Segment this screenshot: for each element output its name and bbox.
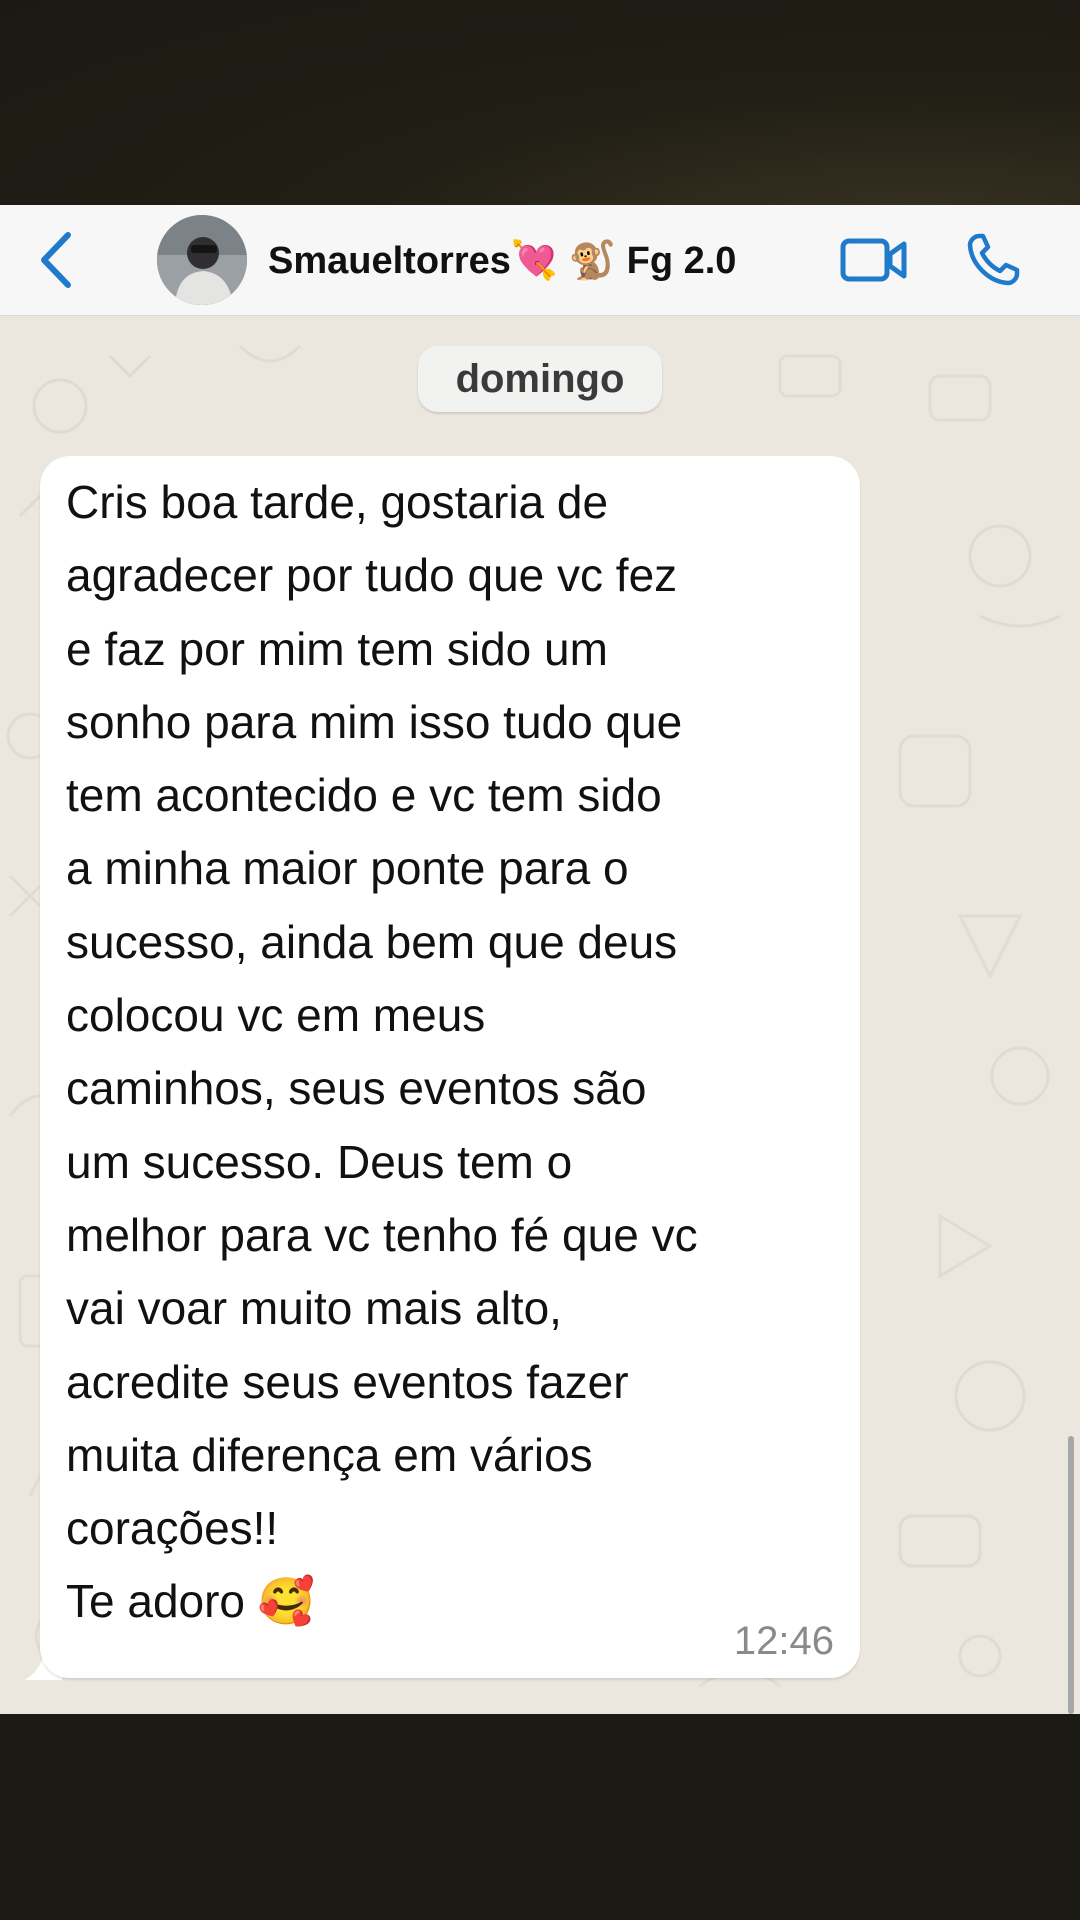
background-photo-bottom: [0, 1714, 1080, 1920]
contact-name[interactable]: Smaueltorres💘 🐒 Fg 2.0: [268, 233, 736, 289]
message-text: Cris boa tarde, gostaria de agradecer po…: [66, 476, 698, 1628]
chat-header: Smaueltorres💘 🐒 Fg 2.0: [0, 205, 1080, 316]
phone-icon: [967, 233, 1020, 286]
avatar-photo: [157, 215, 247, 305]
chat-scrollbar[interactable]: [1068, 1436, 1074, 1714]
voice-call-button[interactable]: [960, 227, 1026, 293]
chevron-left-icon: [41, 232, 71, 288]
date-separator: domingo: [418, 346, 662, 412]
contact-avatar[interactable]: [157, 215, 247, 305]
background-photo-top: [0, 0, 1080, 205]
message-timestamp: 12:46: [733, 1619, 834, 1663]
back-button[interactable]: [28, 227, 84, 293]
message-bubble[interactable]: Cris boa tarde, gostaria de agradecer po…: [40, 456, 860, 1678]
video-camera-icon: [840, 238, 907, 282]
video-call-button[interactable]: [836, 230, 912, 290]
chat-area[interactable]: domingo Cris boa tarde, gostaria de agra…: [0, 316, 1080, 1714]
